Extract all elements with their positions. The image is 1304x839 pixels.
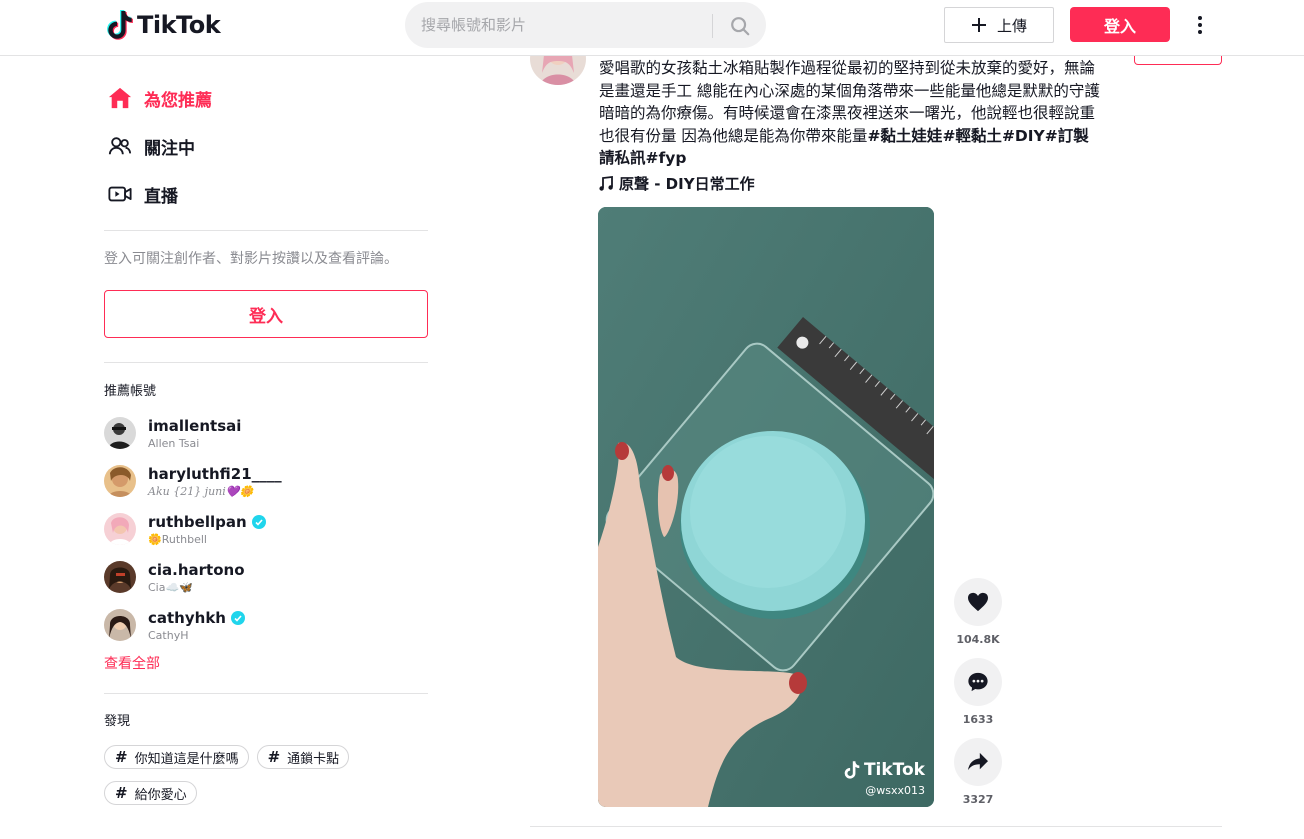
comment-icon xyxy=(968,672,988,692)
search-icon xyxy=(731,17,750,36)
music-note-icon xyxy=(599,175,613,191)
comment-count: 1633 xyxy=(962,713,994,726)
account-nickname: 🌼Ruthbell xyxy=(148,532,207,546)
account-item[interactable]: cathyhkh CathyH xyxy=(104,601,428,649)
login-button[interactable]: 登入 xyxy=(1070,7,1170,42)
video-player[interactable]: TikTok @wsxx013 xyxy=(598,207,934,807)
tag-label: 給你愛心 xyxy=(134,787,187,803)
avatar xyxy=(104,513,136,545)
search-button[interactable] xyxy=(723,11,757,41)
top-header: TikTok 上傳 登入 xyxy=(0,0,1304,56)
account-username: imallentsai xyxy=(148,417,242,435)
account-username: cia.hartono xyxy=(148,561,245,579)
suggested-accounts-title: 推薦帳號 xyxy=(104,384,157,399)
like-button[interactable] xyxy=(954,578,1002,626)
account-item[interactable]: cia.hartono Cia☁️🦋 xyxy=(104,553,428,601)
home-icon xyxy=(108,86,132,110)
logo-text: TikTok xyxy=(137,11,221,39)
search-input[interactable] xyxy=(421,2,711,48)
divider xyxy=(104,362,428,363)
account-username: cathyhkh xyxy=(148,609,226,627)
post-description: 愛唱歌的女孩黏土冰箱貼製作過程從最初的堅持到從未放棄的愛好，無論是畫還是手工 總… xyxy=(599,57,1104,170)
verified-badge-icon xyxy=(230,611,245,625)
account-item[interactable]: haryluthfi21____ Aku {21} juni💜🌼 xyxy=(104,457,428,505)
account-username: ruthbellpan xyxy=(148,513,247,531)
like-count: 104.8K xyxy=(956,633,1000,646)
avatar xyxy=(104,561,136,593)
nav-label-live: 直播 xyxy=(144,186,178,207)
tag-label: 通鎖卡點 xyxy=(287,751,340,767)
discover-tag[interactable]: # 你知道這是什麼嗎 xyxy=(104,745,249,769)
tiktok-logo-icon xyxy=(107,10,133,40)
more-menu-button[interactable] xyxy=(1188,12,1212,38)
upload-label: 上傳 xyxy=(996,16,1027,35)
hashtag-link[interactable]: #輕黏土 xyxy=(942,127,1002,145)
account-item[interactable]: imallentsai Allen Tsai xyxy=(104,409,428,457)
hashtag-link[interactable]: #DIY xyxy=(1002,127,1045,145)
sidebar-login-button[interactable]: 登入 xyxy=(104,290,428,338)
comment-action[interactable]: 1633 xyxy=(954,658,1002,726)
hashtag-link[interactable]: #黏土娃娃 xyxy=(867,127,942,145)
avatar xyxy=(104,417,136,449)
hashtag-icon: # xyxy=(267,748,281,766)
account-item[interactable]: ruthbellpan 🌼Ruthbell xyxy=(104,505,428,553)
watermark-logo-text: TikTok xyxy=(863,760,925,780)
share-button[interactable] xyxy=(954,738,1002,786)
plus-icon xyxy=(971,18,986,32)
heart-icon xyxy=(968,592,988,612)
divider xyxy=(104,693,428,694)
account-nickname: CathyH xyxy=(148,628,189,642)
discover-title: 發現 xyxy=(104,714,131,729)
account-username: haryluthfi21____ xyxy=(148,465,282,483)
account-nickname: Allen Tsai xyxy=(148,436,200,450)
share-count: 3327 xyxy=(962,793,994,806)
comment-button[interactable] xyxy=(954,658,1002,706)
music-title: 原聲 - DIY日常工作 xyxy=(619,175,755,193)
tag-label: 你知道這是什麼嗎 xyxy=(134,751,239,767)
watermark-username: @wsxx013 xyxy=(865,784,925,797)
tiktok-logo[interactable]: TikTok xyxy=(106,9,221,41)
avatar xyxy=(104,465,136,497)
upload-button[interactable]: 上傳 xyxy=(944,7,1054,43)
live-icon xyxy=(108,182,132,206)
more-vertical-icon xyxy=(1198,16,1202,34)
nav-item-for-you[interactable]: 為您推薦 xyxy=(104,74,428,122)
sidebar: 為您推薦 關注中 直播 登入可關注創作者、對影片按讚以及查看評論。 登入 推薦帳… xyxy=(104,56,428,839)
nav-item-following[interactable]: 關注中 xyxy=(104,122,428,170)
like-action[interactable]: 104.8K xyxy=(954,578,1002,646)
share-arrow-icon xyxy=(968,752,988,771)
page-scrollbar[interactable] xyxy=(1299,56,1304,839)
verified-badge-icon xyxy=(251,515,266,529)
discover-tag[interactable]: # 通鎖卡點 xyxy=(256,745,350,769)
discover-tag[interactable]: # 給你愛心 xyxy=(104,781,197,805)
tiktok-logo-icon xyxy=(844,761,860,779)
hashtag-link[interactable]: #fyp xyxy=(646,149,687,167)
users-icon xyxy=(108,134,132,158)
account-nickname: Aku {21} juni💜🌼 xyxy=(148,484,254,498)
video-watermark: TikTok @wsxx013 xyxy=(843,760,925,797)
account-nickname: Cia☁️🦋 xyxy=(148,580,193,594)
avatar xyxy=(104,609,136,641)
nav-item-live[interactable]: 直播 xyxy=(104,170,428,218)
video-thumbnail xyxy=(598,207,934,807)
sidebar-nav: 為您推薦 關注中 直播 xyxy=(104,56,428,231)
action-bar: 104.8K 1633 3327 xyxy=(954,578,1002,818)
search-bar xyxy=(405,2,766,48)
music-link[interactable]: 原聲 - DIY日常工作 xyxy=(599,173,755,194)
post-divider xyxy=(530,826,1222,827)
share-action[interactable]: 3327 xyxy=(954,738,1002,806)
nav-label-for-you: 為您推薦 xyxy=(144,90,212,111)
hashtag-icon: # xyxy=(115,784,128,802)
suggested-accounts-list: imallentsai Allen Tsai haryluthfi21____ … xyxy=(104,409,428,649)
nav-label-following: 關注中 xyxy=(144,138,195,159)
login-prompt-text: 登入可關注創作者、對影片按讚以及查看評論。 xyxy=(104,251,398,267)
see-all-link[interactable]: 查看全部 xyxy=(104,653,428,673)
hashtag-icon: # xyxy=(115,748,128,766)
search-divider xyxy=(712,14,713,38)
discover-tags: # 你知道這是什麼嗎 # 通鎖卡點 # 給你愛心 xyxy=(104,745,428,805)
